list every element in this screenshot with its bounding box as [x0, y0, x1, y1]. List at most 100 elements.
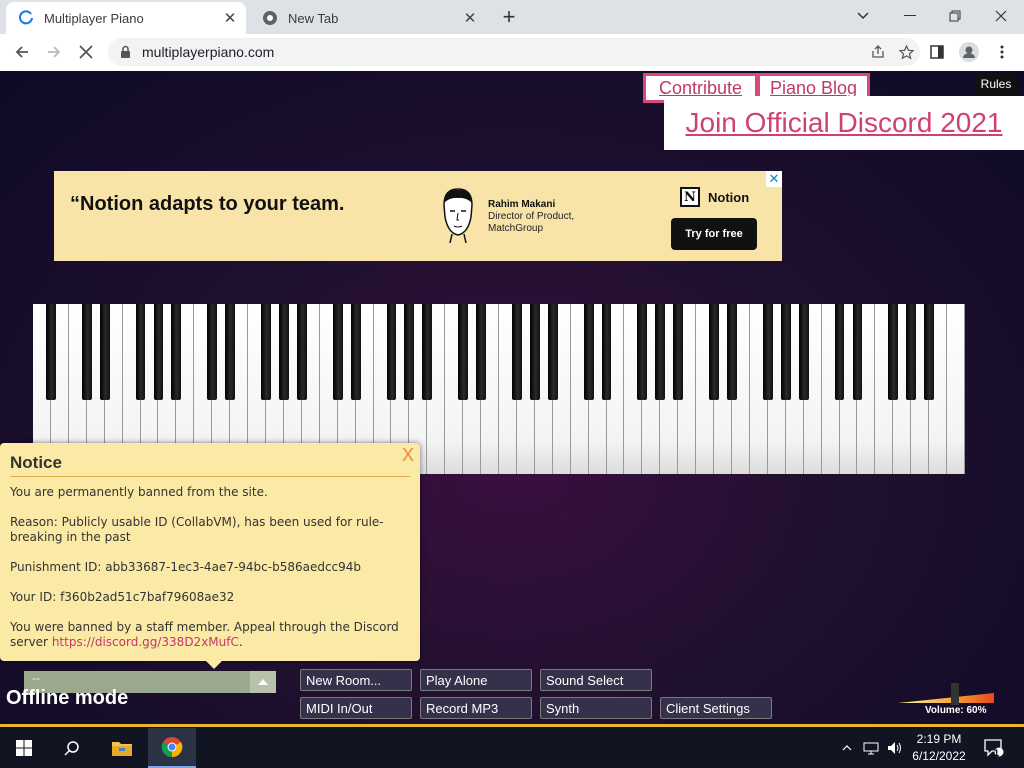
lock-icon[interactable] — [120, 45, 132, 59]
volume-slider[interactable]: Volume: 60% — [898, 683, 994, 716]
offline-mode-status: Offline mode — [6, 687, 129, 709]
piano-black-key[interactable] — [171, 304, 182, 400]
ad-headline: “Notion adapts to your team. — [70, 193, 345, 215]
piano-black-key[interactable] — [529, 304, 540, 400]
piano-black-key[interactable] — [655, 304, 666, 400]
piano-black-key[interactable] — [762, 304, 773, 400]
play-alone-button[interactable]: Play Alone — [420, 669, 532, 691]
piano-black-key[interactable] — [81, 304, 92, 400]
side-panel-icon[interactable] — [923, 38, 951, 66]
notifications-icon[interactable]: 1 — [982, 728, 1006, 768]
piano-black-key[interactable] — [547, 304, 558, 400]
portrait-illustration — [438, 187, 478, 244]
windows-start-icon[interactable] — [0, 728, 48, 768]
ad-close-icon[interactable]: ✕ — [766, 171, 782, 187]
piano-black-key[interactable] — [153, 304, 164, 400]
record-mp3-button[interactable]: Record MP3 — [420, 697, 532, 719]
piano-black-key[interactable] — [458, 304, 469, 400]
piano-black-key[interactable] — [852, 304, 863, 400]
notice-text: Reason: Publicly usable ID (CollabVM), h… — [10, 515, 384, 544]
piano-black-key[interactable] — [225, 304, 236, 400]
file-explorer-icon[interactable] — [98, 728, 146, 768]
clock-time: 2:19 PM — [916, 732, 962, 746]
tab-title: Multiplayer Piano — [44, 10, 144, 26]
piano-black-key[interactable] — [637, 304, 648, 400]
new-tab-icon[interactable]: + — [498, 4, 520, 29]
bookmark-star-icon[interactable] — [892, 38, 920, 66]
show-hidden-icons-icon[interactable] — [836, 728, 858, 768]
notice-close-button[interactable]: X — [402, 445, 414, 466]
piano-black-key[interactable] — [601, 304, 612, 400]
network-icon[interactable] — [860, 728, 882, 768]
stop-loading-icon[interactable] — [72, 38, 100, 66]
notice-text: You were banned by a staff member. Appea… — [10, 620, 410, 650]
volume-knob[interactable] — [951, 683, 959, 705]
page-bottom-border — [0, 724, 1024, 727]
chrome-taskbar-icon[interactable] — [148, 728, 196, 768]
piano-black-key[interactable] — [332, 304, 343, 400]
discord-appeal-link[interactable]: https://discord.gg/338D2xMufC — [52, 635, 239, 649]
piano-black-key[interactable] — [888, 304, 899, 400]
notice-pointer — [206, 661, 222, 669]
piano-black-key[interactable] — [404, 304, 415, 400]
piano-black-key[interactable] — [906, 304, 917, 400]
piano-white-key[interactable] — [947, 304, 965, 474]
address-bar[interactable]: multiplayerpiano.com — [108, 38, 920, 66]
piano-black-key[interactable] — [834, 304, 845, 400]
piano-black-key[interactable] — [673, 304, 684, 400]
piano-black-key[interactable] — [476, 304, 486, 400]
notification-count: 1 — [994, 748, 1000, 758]
close-tab-icon[interactable]: ✕ — [460, 8, 480, 28]
discord-link[interactable]: Join Official Discord 2021 — [664, 96, 1024, 150]
new-room-button[interactable]: New Room... — [300, 669, 412, 691]
windows-taskbar: 2:19 PM 6/12/2022 1 — [0, 728, 1024, 768]
piano-black-key[interactable] — [709, 304, 719, 400]
menu-kebab-icon[interactable] — [988, 38, 1016, 66]
piano-black-key[interactable] — [296, 304, 307, 400]
ad-person-role: Director of Product, MatchGroup — [488, 211, 575, 234]
notion-ad[interactable]: “Notion adapts to your team. Rahim Makan… — [54, 171, 782, 261]
piano-black-key[interactable] — [798, 304, 809, 400]
tab-new-tab[interactable]: New Tab ✕ — [250, 2, 486, 34]
midi-in-out-button[interactable]: MIDI In/Out — [300, 697, 412, 719]
url-text: multiplayerpiano.com — [142, 44, 275, 60]
try-for-free-button[interactable]: Try for free — [671, 218, 757, 250]
close-window-icon[interactable] — [987, 4, 1015, 28]
forward-icon[interactable] — [40, 38, 68, 66]
restore-icon[interactable] — [941, 4, 969, 28]
sound-select-button[interactable]: Sound Select — [540, 669, 652, 691]
taskbar-clock[interactable]: 2:19 PM 6/12/2022 — [904, 731, 974, 765]
piano-black-key[interactable] — [207, 304, 218, 400]
share-icon[interactable] — [864, 38, 892, 66]
piano-black-key[interactable] — [99, 304, 110, 400]
piano-black-key[interactable] — [727, 304, 737, 400]
piano-black-key[interactable] — [511, 304, 522, 400]
piano-black-key[interactable] — [261, 304, 271, 400]
volume-label: Volume: 60% — [925, 705, 987, 716]
notice-text: Punishment ID: abb33687-1ec3-4ae7-94bc-b… — [10, 560, 362, 574]
piano-black-key[interactable] — [924, 304, 935, 400]
notice-dialog: Notice X You are permanently banned from… — [0, 443, 420, 669]
client-settings-button[interactable]: Client Settings — [660, 697, 772, 719]
piano-black-key[interactable] — [45, 304, 56, 400]
piano-black-key[interactable] — [135, 304, 146, 400]
volume-speaker-icon[interactable] — [884, 728, 906, 768]
tab-multiplayer-piano[interactable]: Multiplayer Piano ✕ — [6, 2, 246, 34]
search-icon[interactable] — [48, 728, 96, 768]
piano-black-key[interactable] — [780, 304, 791, 400]
piano-black-key[interactable] — [278, 304, 289, 400]
chat-expand-icon[interactable] — [250, 671, 276, 693]
profile-avatar-icon[interactable] — [955, 38, 983, 66]
close-tab-icon[interactable]: ✕ — [220, 8, 240, 28]
back-icon[interactable] — [8, 38, 36, 66]
minimize-icon[interactable] — [896, 4, 924, 28]
piano-black-key[interactable] — [350, 304, 361, 400]
rules-button[interactable]: Rules — [975, 73, 1017, 95]
clock-date: 6/12/2022 — [912, 749, 966, 763]
tab-search-icon[interactable] — [849, 4, 877, 28]
piano-black-key[interactable] — [583, 304, 594, 400]
notice-appeal-suffix: . — [238, 635, 243, 649]
piano-black-key[interactable] — [386, 304, 397, 400]
synth-button[interactable]: Synth — [540, 697, 652, 719]
piano-black-key[interactable] — [422, 304, 433, 400]
